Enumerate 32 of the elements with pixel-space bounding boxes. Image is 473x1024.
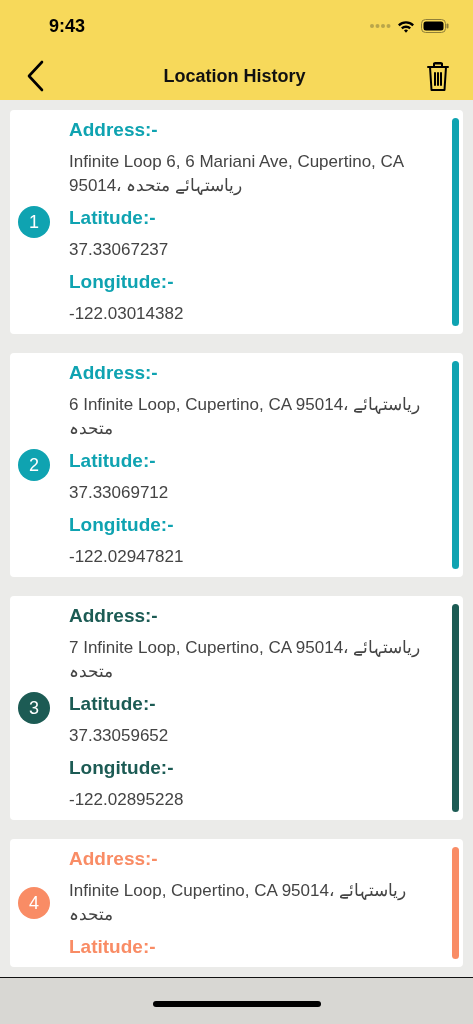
number-badge: 2 [18, 449, 50, 481]
address-text: Infinite Loop, Cupertino, CA 95014، ریاستہائے متحدہ [69, 880, 407, 926]
address-text: Infinite Loop 6, 6 Mariani Ave, Cupertino, CA 95014، ریاستہائے متحدہ [69, 151, 405, 197]
longitude-value: -122.02895228 [69, 789, 185, 811]
address-label: Address:- [69, 847, 159, 871]
longitude-label: Longitude:- [69, 270, 175, 294]
latitude-label: Latitude:- [69, 692, 157, 716]
longitude-value: -122.02947821 [69, 546, 185, 568]
back-button[interactable] [26, 60, 44, 92]
latitude-value: 37.33067237 [69, 239, 170, 261]
latitude-value: 37.33069712 [69, 482, 170, 504]
battery-icon [421, 19, 449, 33]
screen-title: Location History [163, 65, 306, 87]
address-text: 7 Infinite Loop, Cupertino, CA 95014، ریاستہائے متحدہ [69, 637, 421, 683]
longitude-label: Longitude:- [69, 513, 175, 537]
address-label: Address:- [69, 604, 159, 628]
signal-icon [369, 23, 391, 29]
number-badge: 1 [18, 206, 50, 238]
status-time: 9:43 [49, 15, 86, 37]
longitude-label: Longitude:- [69, 756, 175, 780]
longitude-value: -122.03014382 [69, 303, 185, 325]
delete-button[interactable] [425, 60, 451, 92]
latitude-value: 37.33059652 [69, 725, 170, 747]
latitude-label: Latitude:- [69, 206, 157, 230]
wifi-icon [397, 19, 415, 33]
latitude-label: Latitude:- [69, 449, 157, 473]
address-label: Address:- [69, 361, 159, 385]
latitude-label: Latitude:- [69, 935, 157, 959]
number-badge: 3 [18, 692, 50, 724]
address-label: Address:- [69, 118, 159, 142]
number-badge: 4 [18, 887, 50, 919]
address-text: 6 Infinite Loop, Cupertino, CA 95014، ریاستہائے متحدہ [69, 394, 421, 440]
